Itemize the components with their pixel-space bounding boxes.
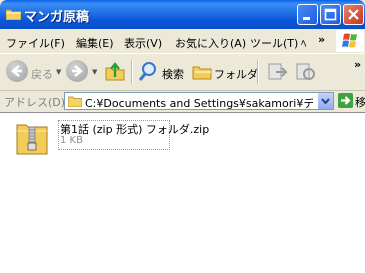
back-arrow-icon — [11, 65, 22, 77]
window-title: マンガ原稿 — [24, 10, 90, 25]
back-dropdown-icon[interactable]: ▼ — [56, 68, 61, 76]
forward-dropdown-icon[interactable]: ▼ — [92, 68, 97, 76]
menu-tools[interactable]: ツール(T) — [250, 35, 298, 51]
maximize-button[interactable] — [320, 4, 341, 25]
address-input[interactable]: C:¥Documents and Settings¥sakamori¥デスクト — [64, 92, 334, 110]
file-list[interactable]: 第1話 (zip 形式) フォルダ.zip 1 KB — [0, 112, 365, 273]
toolbar-overflow-chevron[interactable]: » — [354, 58, 361, 71]
file-size: 1 KB — [60, 135, 83, 146]
menu-favorites[interactable]: お気に入り(A) — [175, 35, 246, 51]
address-label: アドレス(D) — [4, 96, 66, 109]
folders-label[interactable]: フォルダ — [214, 66, 258, 82]
windows-flag-icon — [342, 33, 357, 48]
menu-edit[interactable]: 編集(E) — [76, 35, 114, 51]
menu-view[interactable]: 表示(V) — [124, 35, 162, 51]
back-button[interactable] — [6, 60, 28, 82]
search-label[interactable]: 検索 — [162, 66, 184, 82]
maximize-icon — [324, 8, 337, 21]
chevron-down-icon — [321, 98, 330, 105]
close-button[interactable] — [343, 4, 364, 25]
go-arrow-icon — [341, 96, 351, 105]
address-folder-icon — [68, 96, 82, 107]
go-label[interactable]: 移動 — [355, 94, 365, 110]
folder-icon — [6, 9, 21, 20]
menu-bar: ファイル(F) 編集(E) 表示(V) お気に入り(A) ツール(T) ﾍ » — [0, 29, 365, 54]
zip-folder-icon — [16, 124, 48, 155]
folders-icon[interactable] — [191, 60, 213, 82]
forward-arrow-icon — [72, 65, 83, 77]
toolbar-separator-2 — [257, 60, 259, 84]
move-to-icon[interactable] — [266, 60, 288, 82]
menu-help[interactable]: ﾍ — [301, 35, 307, 51]
menu-overflow-chevron[interactable]: » — [318, 33, 325, 46]
copy-to-icon[interactable] — [294, 60, 316, 82]
close-icon — [348, 9, 359, 20]
forward-button[interactable] — [66, 60, 88, 82]
address-bar: アドレス(D) C:¥Documents and Settings¥sakamo… — [0, 91, 365, 111]
go-button[interactable] — [338, 93, 353, 108]
toolbar-separator — [131, 60, 133, 84]
back-label[interactable]: 戻る — [31, 66, 53, 82]
minimize-button[interactable] — [297, 4, 318, 25]
up-folder-icon[interactable] — [104, 60, 126, 82]
address-value: C:¥Documents and Settings¥sakamori¥デスクト — [85, 97, 313, 110]
address-dropdown-button[interactable] — [317, 93, 333, 109]
minimize-icon — [303, 17, 310, 20]
search-icon[interactable] — [138, 60, 160, 82]
windows-logo — [336, 30, 364, 52]
explorer-window: マンガ原稿 ファイル(F) 編集(E) 表示(V) お気に入り(A) ツール(T… — [0, 0, 365, 273]
menu-file[interactable]: ファイル(F) — [6, 35, 65, 51]
title-bar[interactable]: マンガ原稿 — [0, 0, 365, 29]
